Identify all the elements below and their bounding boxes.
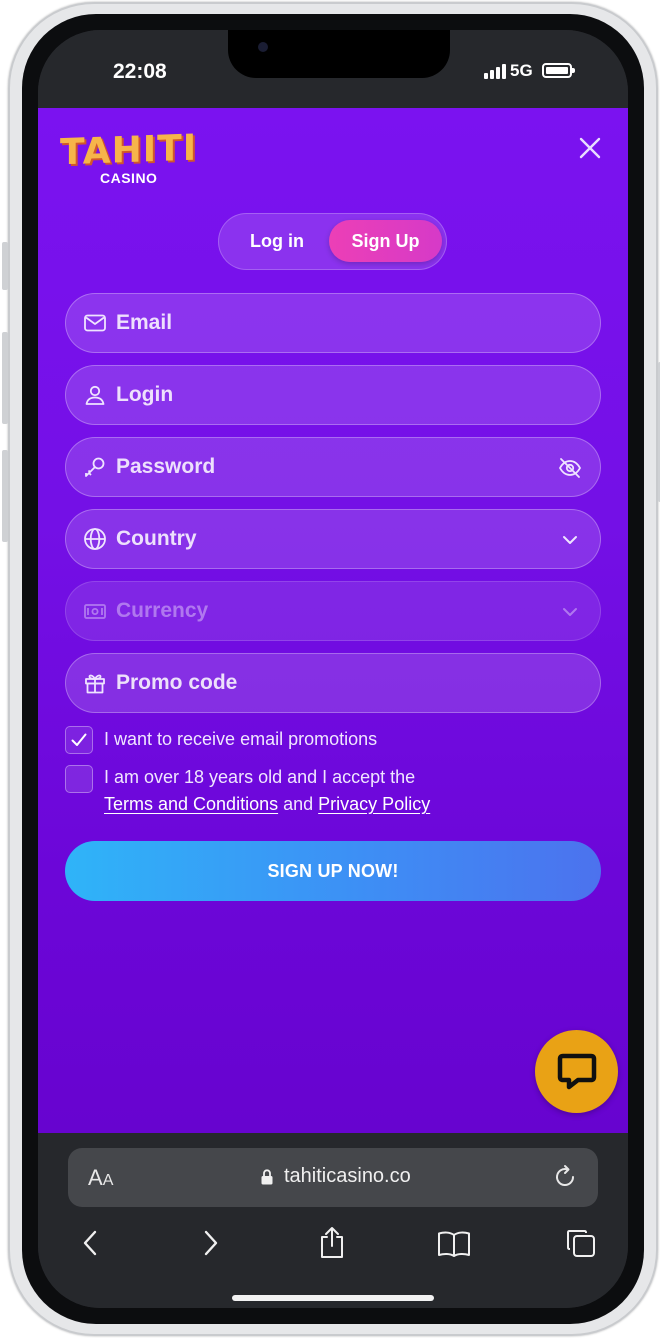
bookmarks-icon[interactable] bbox=[436, 1225, 472, 1261]
status-time: 22:08 bbox=[113, 60, 167, 83]
lock-icon bbox=[261, 1169, 273, 1185]
chevron-down-icon bbox=[563, 608, 577, 616]
password-placeholder: Password bbox=[116, 455, 216, 478]
back-icon[interactable] bbox=[73, 1225, 109, 1261]
key-icon bbox=[85, 457, 105, 477]
email-placeholder: Email bbox=[116, 311, 173, 334]
user-icon bbox=[85, 385, 105, 405]
signup-modal: TAHITI CASINO Log in Sign Up Email Login… bbox=[38, 108, 628, 1133]
email-field[interactable]: Email bbox=[65, 293, 601, 353]
promotions-label: I want to receive email promotions bbox=[104, 729, 378, 749]
close-icon[interactable] bbox=[578, 136, 602, 160]
currency-placeholder: Currency bbox=[116, 599, 209, 622]
country-select[interactable]: Country bbox=[65, 509, 601, 569]
auth-toggle: Log in Sign Up bbox=[218, 213, 447, 270]
tahiti-casino-logo[interactable]: TAHITI CASINO bbox=[60, 127, 200, 190]
country-placeholder: Country bbox=[116, 527, 197, 550]
volume-down-button bbox=[2, 450, 8, 542]
logo-sub-text: CASINO bbox=[100, 170, 158, 186]
gift-icon bbox=[85, 674, 105, 694]
forward-icon[interactable] bbox=[192, 1225, 228, 1261]
status-bar: 22:08 5G bbox=[38, 30, 628, 108]
password-field[interactable]: Password bbox=[65, 437, 601, 497]
battery-icon bbox=[542, 63, 575, 78]
banknote-icon bbox=[84, 604, 106, 619]
reload-icon[interactable] bbox=[552, 1164, 578, 1190]
camera-icon bbox=[258, 42, 268, 52]
chat-bubble-icon bbox=[557, 1053, 597, 1090]
terms-checkbox[interactable] bbox=[65, 765, 93, 793]
phone-screen: 22:08 5G TAHITI CASINO Log in Sign Up Em… bbox=[38, 30, 628, 1308]
address-bar[interactable]: AA tahiticasino.co bbox=[68, 1148, 598, 1207]
eye-slash-icon[interactable] bbox=[558, 456, 582, 480]
volume-up-button bbox=[2, 332, 8, 424]
live-chat-button[interactable] bbox=[535, 1030, 618, 1113]
checkmark-icon bbox=[71, 733, 87, 746]
terms-link[interactable]: Terms and Conditions bbox=[104, 794, 278, 814]
login-placeholder: Login bbox=[116, 383, 174, 406]
browser-nav bbox=[38, 1225, 628, 1265]
tab-signup[interactable]: Sign Up bbox=[329, 220, 442, 262]
network-label: 5G bbox=[510, 61, 533, 80]
mute-switch bbox=[2, 242, 8, 290]
promo-code-field[interactable]: Promo code bbox=[65, 653, 601, 713]
currency-select[interactable]: Currency bbox=[65, 581, 601, 641]
chevron-down-icon bbox=[563, 536, 577, 544]
home-indicator bbox=[232, 1295, 434, 1301]
url-text: tahiticasino.co bbox=[284, 1165, 411, 1187]
promo-placeholder: Promo code bbox=[116, 671, 238, 694]
tab-login[interactable]: Log in bbox=[227, 220, 327, 262]
terms-and: and bbox=[283, 794, 314, 814]
tabs-icon[interactable] bbox=[563, 1225, 599, 1261]
notch bbox=[228, 30, 450, 78]
login-field[interactable]: Login bbox=[65, 365, 601, 425]
sign-up-now-button[interactable]: SIGN UP NOW! bbox=[65, 841, 601, 901]
signal-icon bbox=[484, 64, 506, 79]
globe-icon bbox=[84, 528, 106, 550]
privacy-link[interactable]: Privacy Policy bbox=[318, 794, 430, 814]
envelope-icon bbox=[84, 314, 106, 332]
promotions-checkbox[interactable] bbox=[65, 726, 93, 754]
terms-text: I am over 18 years old and I accept the bbox=[104, 767, 416, 787]
reader-settings-button[interactable]: AA bbox=[88, 1165, 113, 1191]
share-icon[interactable] bbox=[314, 1225, 350, 1261]
safari-toolbar: AA tahiticasino.co bbox=[38, 1133, 628, 1308]
terms-label: I am over 18 years old and I accept the … bbox=[104, 764, 584, 818]
logo-main-text: TAHITI bbox=[60, 127, 198, 174]
phone-frame: 22:08 5G TAHITI CASINO Log in Sign Up Em… bbox=[2, 2, 660, 1336]
